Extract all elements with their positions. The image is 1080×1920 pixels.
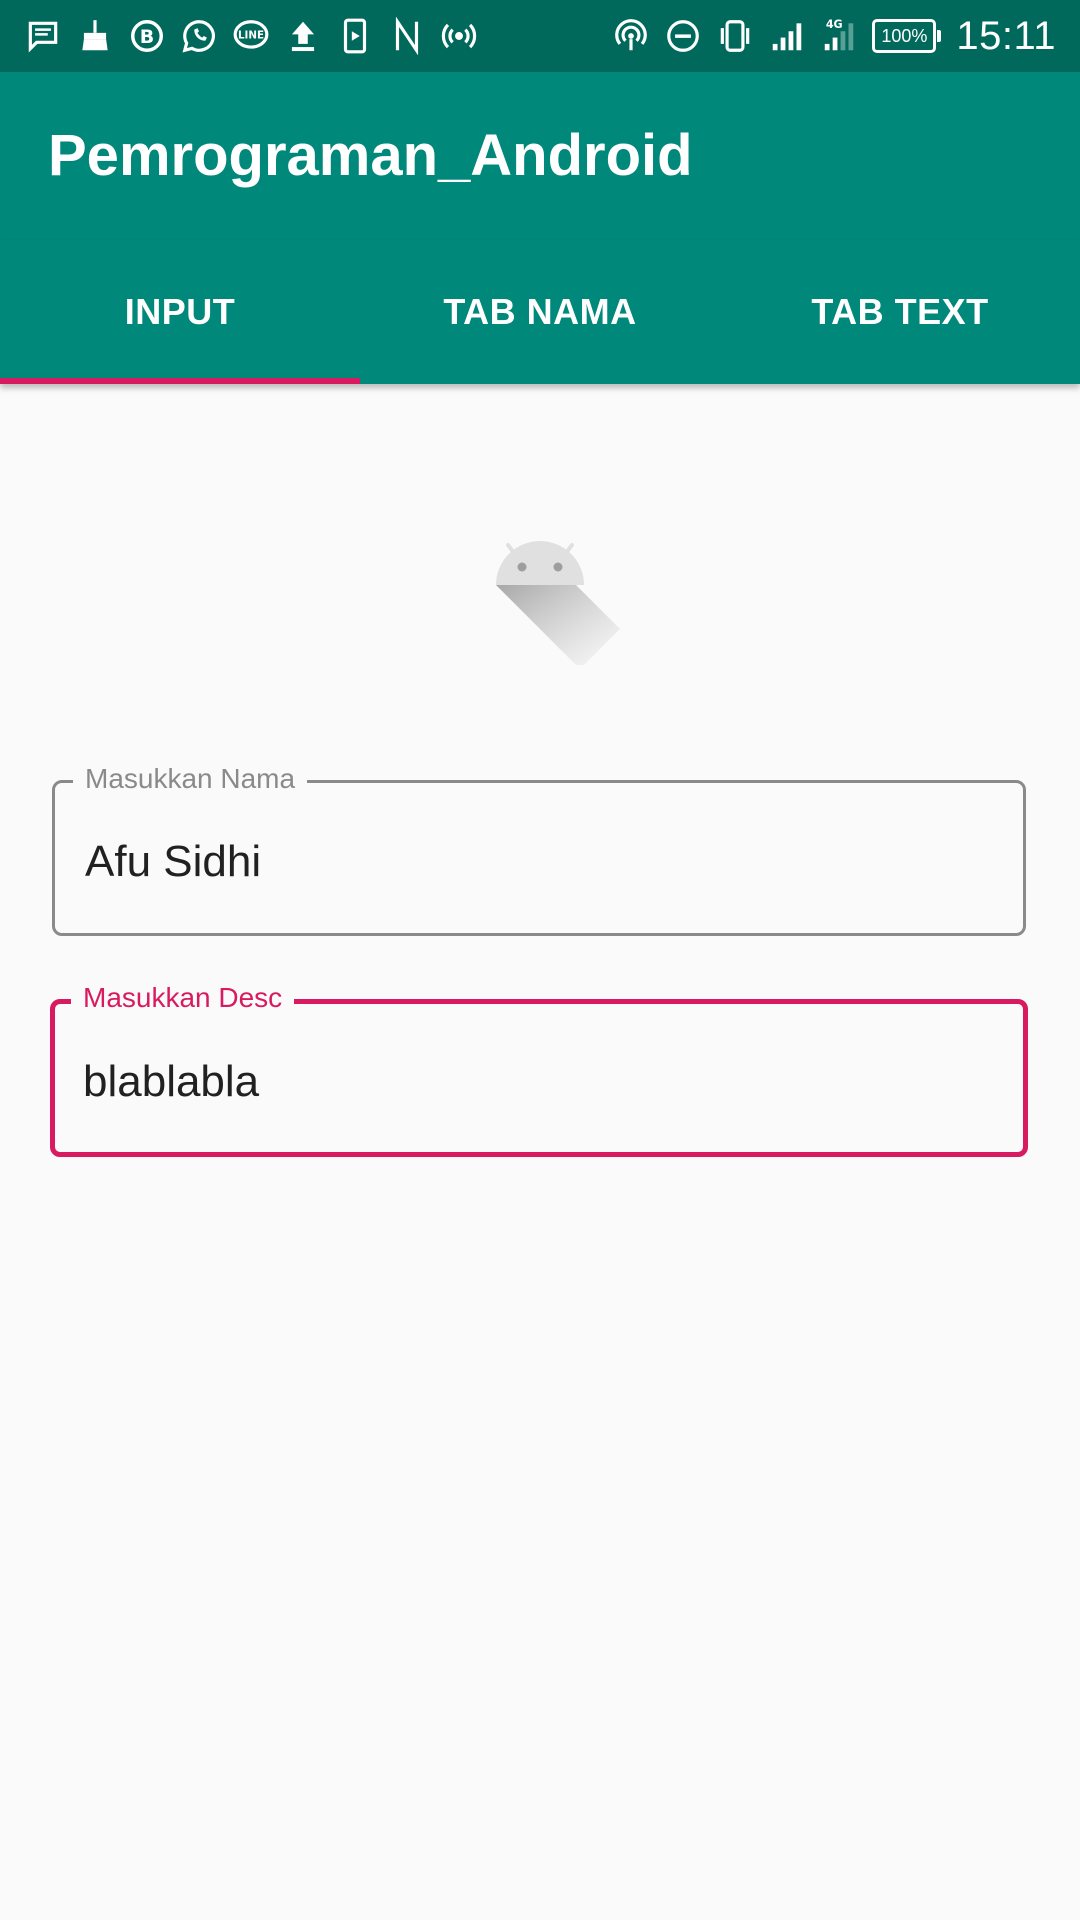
notification-icons: B LINE: [24, 0, 478, 72]
tab-text-label: TAB TEXT: [811, 291, 989, 332]
tab-text[interactable]: TAB TEXT: [720, 240, 1080, 384]
app-title: Pemrograman_Android: [48, 123, 693, 188]
hotspot-icon: [440, 17, 478, 55]
android-icon: [496, 541, 620, 669]
system-icons: 4G 100% 15:11: [612, 0, 1056, 72]
status-time: 15:11: [956, 13, 1056, 58]
tab-indicator: [0, 378, 360, 384]
broom-icon: [76, 17, 114, 55]
status-bar: B LINE 4G 100% 15:11: [0, 0, 1080, 72]
tab-nama-label: TAB NAMA: [443, 291, 637, 332]
tab-nama[interactable]: TAB NAMA: [360, 240, 720, 384]
svg-text:B: B: [140, 26, 154, 48]
line-icon: LINE: [232, 17, 270, 55]
desc-field[interactable]: Masukkan Desc blablabla: [50, 980, 1028, 1157]
signal-4g-icon: 4G: [820, 17, 858, 55]
vibrate-icon: [716, 17, 754, 55]
android-placeholder-image: [490, 525, 630, 669]
nfc-icon: [612, 17, 650, 55]
dnd-icon: [664, 17, 702, 55]
n-icon: [388, 17, 426, 55]
signal-icon: [768, 17, 806, 55]
upload-icon: [284, 17, 322, 55]
app-bar: Pemrograman_Android: [0, 72, 1080, 240]
whatsapp-icon: [180, 17, 218, 55]
bbm-icon: B: [128, 17, 166, 55]
tab-input-label: INPUT: [124, 291, 236, 332]
svg-text:LINE: LINE: [238, 29, 264, 41]
tab-input[interactable]: INPUT: [0, 240, 360, 384]
desc-field-value[interactable]: blablabla: [83, 1004, 259, 1152]
media-icon: [336, 17, 374, 55]
tab-bar: INPUT TAB NAMA TAB TEXT: [0, 240, 1080, 384]
battery-icon: 100%: [872, 19, 942, 53]
message-icon: [24, 17, 62, 55]
name-field[interactable]: Masukkan Nama Afu Sidhi: [52, 761, 1026, 936]
network-type-label: 4G: [826, 18, 843, 31]
name-field-value[interactable]: Afu Sidhi: [85, 783, 261, 933]
